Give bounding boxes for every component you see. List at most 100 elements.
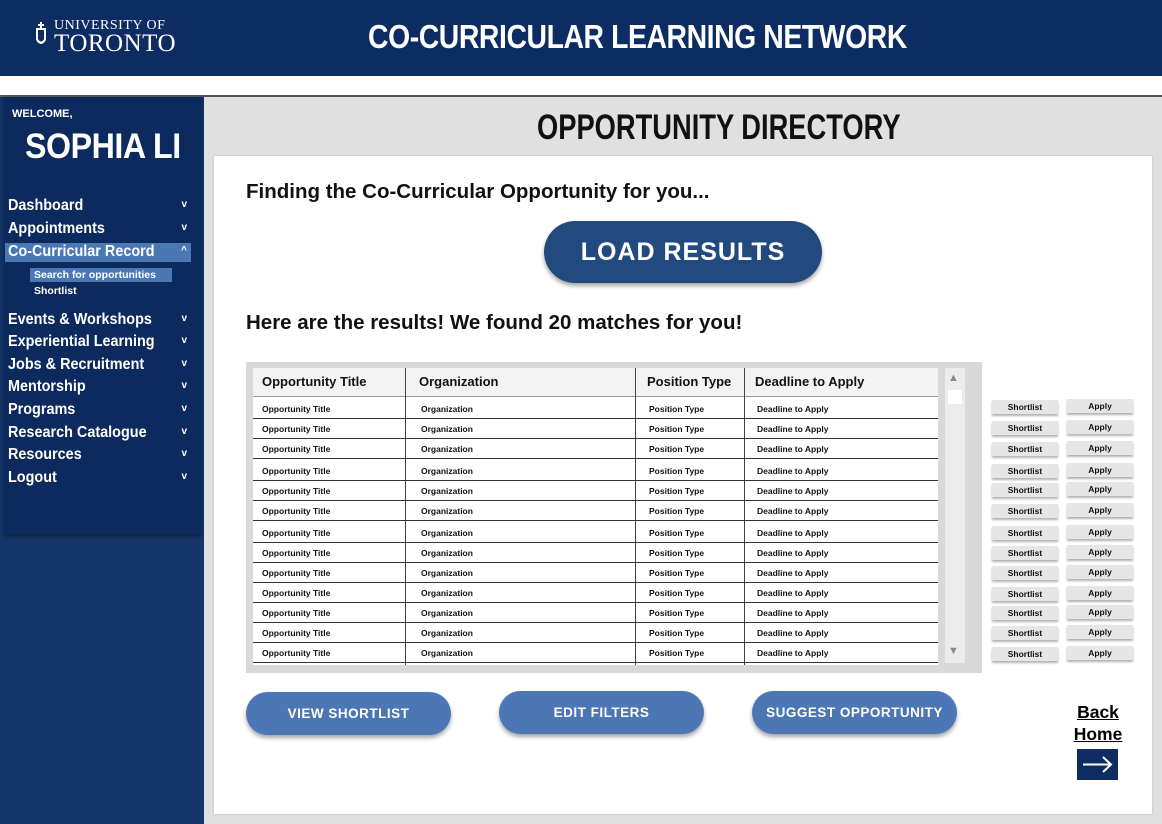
table-row[interactable]: Opportunity Title Organization Position Ty… <box>253 522 938 543</box>
sidebar-item[interactable]: Co-Curricular Record ^ <box>5 243 191 262</box>
scroll-up-icon[interactable]: ▲ <box>948 372 959 384</box>
column-header-title[interactable]: Opportunity Title <box>262 374 366 389</box>
finding-heading: Finding the Co-Curricular Opportunity fo… <box>246 180 710 203</box>
apply-button[interactable]: Apply <box>1067 646 1133 660</box>
table-cell: Position Type <box>649 628 705 638</box>
table-cell: Organization <box>421 444 473 454</box>
suggest-opportunity-button[interactable]: SUGGEST OPPORTUNITY <box>752 691 957 734</box>
table-cell: Opportunity Title <box>262 568 331 578</box>
table-row[interactable]: Opportunity Title Organization Position Ty… <box>253 602 938 623</box>
apply-button[interactable]: Apply <box>1067 482 1133 496</box>
sidebar-item[interactable]: Jobs & Recruitment v <box>5 356 191 375</box>
apply-button[interactable]: Apply <box>1067 525 1133 539</box>
edit-filters-button[interactable]: EDIT FILTERS <box>499 691 704 734</box>
table-cell: Organization <box>421 404 473 414</box>
shortlist-button[interactable]: Shortlist <box>992 546 1058 560</box>
shortlist-button[interactable]: Shortlist <box>992 587 1058 601</box>
shortlist-button[interactable]: Shortlist <box>992 526 1058 540</box>
column-header-organization[interactable]: Organization <box>419 374 498 389</box>
table-cell: Organization <box>421 506 473 516</box>
apply-button[interactable]: Apply <box>1067 586 1133 600</box>
table-cell: Organization <box>421 588 473 598</box>
apply-button[interactable]: Apply <box>1067 463 1133 477</box>
apply-button[interactable]: Apply <box>1067 565 1133 579</box>
arrow-right-icon[interactable] <box>1077 749 1118 780</box>
load-results-button[interactable]: LOAD RESULTS <box>544 221 822 283</box>
apply-button[interactable]: Apply <box>1067 420 1133 434</box>
table-cell: Deadline to Apply <box>757 548 829 558</box>
apply-button[interactable]: Apply <box>1067 441 1133 455</box>
table-cell: Opportunity Title <box>262 486 331 496</box>
chevron-down-icon: v <box>181 448 187 459</box>
sidebar-item[interactable]: Logout v <box>5 469 191 488</box>
shortlist-button[interactable]: Shortlist <box>992 421 1058 435</box>
shortlist-button[interactable]: Shortlist <box>992 626 1058 640</box>
apply-button[interactable]: Apply <box>1067 625 1133 639</box>
sidebar-item-label: Resources <box>8 446 82 463</box>
table-cell: Deadline to Apply <box>757 608 829 618</box>
shortlist-button[interactable]: Shortlist <box>992 400 1058 414</box>
table-row[interactable]: Opportunity Title Organization Position Ty… <box>253 622 938 643</box>
apply-button[interactable]: Apply <box>1067 399 1133 413</box>
sidebar-item-label: Research Catalogue <box>8 424 147 441</box>
apply-button[interactable]: Apply <box>1067 545 1133 559</box>
view-shortlist-button[interactable]: VIEW SHORTLIST <box>246 692 451 735</box>
shortlist-button[interactable]: Shortlist <box>992 442 1058 456</box>
sidebar-subitem-label: Search for opportunities <box>34 269 156 281</box>
sidebar-item[interactable]: Events & Workshops v <box>5 311 191 330</box>
table-cell: Opportunity Title <box>262 506 331 516</box>
table-row[interactable]: Opportunity Title Organization Position Ty… <box>253 480 938 501</box>
table-row[interactable]: Opportunity Title Organization Position Ty… <box>253 460 938 481</box>
sidebar-item[interactable]: Dashboard v <box>5 197 191 216</box>
back-home-link[interactable]: Back Home <box>1070 701 1126 745</box>
table-cell: Position Type <box>649 444 705 454</box>
shortlist-button[interactable]: Shortlist <box>992 464 1058 478</box>
apply-button[interactable]: Apply <box>1067 503 1133 517</box>
table-cell: Organization <box>421 548 473 558</box>
table-row[interactable]: Opportunity Title Organization Position Ty… <box>253 582 938 603</box>
table-scrollbar[interactable]: ▲ ▼ <box>945 368 965 663</box>
chevron-down-icon: v <box>181 222 187 233</box>
sidebar-item[interactable]: Resources v <box>5 446 191 465</box>
table-cell: Position Type <box>649 486 705 496</box>
table-cell: Deadline to Apply <box>757 424 829 434</box>
table-row[interactable]: Opportunity Title Organization Position Ty… <box>253 398 938 419</box>
table-row[interactable]: Opportunity Title Organization Position Ty… <box>253 642 938 663</box>
table-cell: Deadline to Apply <box>757 486 829 496</box>
sidebar-item-label: Dashboard <box>8 197 84 214</box>
chevron-up-icon: ^ <box>181 245 187 256</box>
sidebar-item-label: Experiential Learning <box>8 333 155 350</box>
sidebar-subitem[interactable]: Shortlist <box>30 284 172 298</box>
sidebar-item[interactable]: Experiential Learning v <box>5 333 191 352</box>
shortlist-button[interactable]: Shortlist <box>992 483 1058 497</box>
sidebar-item[interactable]: Programs v <box>5 401 191 420</box>
university-logo[interactable]: UNIVERSITY OF TORONTO <box>34 18 204 58</box>
scroll-down-icon[interactable]: ▼ <box>948 645 959 657</box>
table-row[interactable]: Opportunity Title Organization Position Ty… <box>253 542 938 563</box>
sidebar-item[interactable]: Appointments v <box>5 220 191 239</box>
apply-button[interactable]: Apply <box>1067 605 1133 619</box>
column-header-position-type[interactable]: Position Type <box>647 374 731 389</box>
sidebar-item[interactable]: Research Catalogue v <box>5 424 191 443</box>
table-cell: Position Type <box>649 648 705 658</box>
table-row[interactable]: Opportunity Title Organization Position Ty… <box>253 438 938 459</box>
user-name: SOPHIA LI <box>25 127 181 166</box>
table-row[interactable]: Opportunity Title Organization Position Ty… <box>253 418 938 439</box>
table-cell: Opportunity Title <box>262 404 331 414</box>
table-cell: Position Type <box>649 404 705 414</box>
chevron-down-icon: v <box>181 335 187 346</box>
sidebar-subitem[interactable]: Search for opportunities <box>30 268 172 282</box>
scroll-thumb[interactable] <box>948 390 962 404</box>
sidebar-item-label: Jobs & Recruitment <box>8 356 145 373</box>
sidebar-item[interactable]: Mentorship v <box>5 378 191 397</box>
shortlist-button[interactable]: Shortlist <box>992 647 1058 661</box>
table-row[interactable]: Opportunity Title Organization Position Ty… <box>253 562 938 583</box>
table-cell: Position Type <box>649 528 705 538</box>
table-cell: Position Type <box>649 466 705 476</box>
column-header-deadline[interactable]: Deadline to Apply <box>755 374 864 389</box>
shortlist-button[interactable]: Shortlist <box>992 566 1058 580</box>
shortlist-button[interactable]: Shortlist <box>992 606 1058 620</box>
back-home-line2: Home <box>1073 724 1123 744</box>
shortlist-button[interactable]: Shortlist <box>992 504 1058 518</box>
table-row[interactable]: Opportunity Title Organization Position Ty… <box>253 500 938 521</box>
